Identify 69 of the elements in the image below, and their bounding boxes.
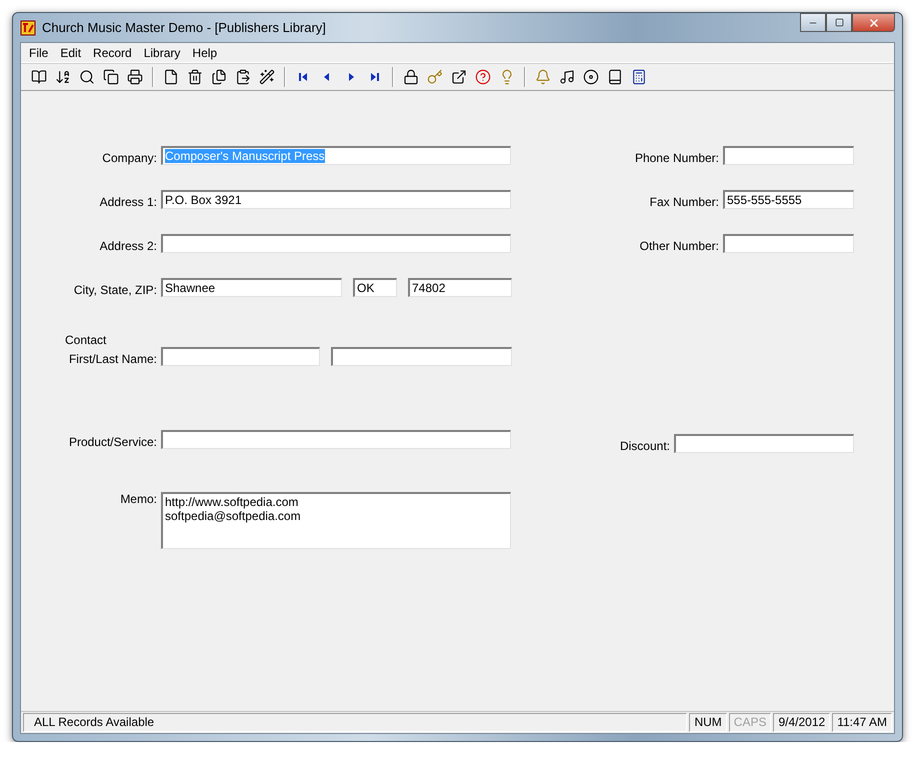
field-label: First/Last Name: [68,351,157,366]
close-button[interactable] [852,13,895,32]
field-label: Phone Number: [634,150,719,165]
first-name-field[interactable] [161,347,320,366]
help-icon [475,69,491,85]
status-indicator: 11:47 AM [832,713,892,732]
wand-button[interactable] [257,67,277,87]
wand-icon [259,69,275,85]
status-message: ALL Records Available [23,713,688,732]
field-label: Other Number: [638,238,719,253]
export-icon [451,69,467,85]
key-icon [427,69,443,85]
paste-icon [235,69,251,85]
menu-item[interactable]: File [23,46,54,60]
memo-field[interactable]: http://www.softpedia.com softpedia@softpedia.com [161,492,511,549]
fax-field[interactable]: 555-555-5555 [723,190,854,209]
close-icon [868,16,880,28]
status-indicator: 9/4/2012 [773,713,830,732]
bell-icon [535,69,551,85]
menu-item[interactable]: Edit [54,46,88,60]
print-icon [127,69,143,85]
help-button[interactable] [473,67,493,87]
music-note-icon [559,69,575,85]
last-icon [369,71,381,83]
disc-icon [583,69,599,85]
field-label: Address 1: [98,194,157,209]
field-label: Discount: [618,438,670,453]
menu-item[interactable]: Library [138,46,186,60]
app-icon [20,20,36,36]
search-icon [79,69,95,85]
city-field[interactable]: Shawnee [161,278,342,297]
menu-item[interactable]: Help [186,46,224,60]
address-field[interactable]: P.O. Box 3921 [161,190,511,209]
minimize-button[interactable] [800,13,826,32]
phone-field[interactable] [723,234,854,253]
disc-button[interactable] [581,67,601,87]
field-label: City, State, ZIP: [72,282,157,297]
lock-icon [403,69,419,85]
copy-icon [103,69,119,85]
window-title: Church Music Master Demo - [Publishers Library] [42,20,327,35]
delete-icon [187,69,203,85]
last-name-field[interactable] [331,347,512,366]
company-value: Composer's Manuscript Press [165,149,325,163]
address-field[interactable] [161,234,511,253]
discount-field[interactable] [674,434,854,453]
field-label: Company: [101,150,157,165]
first-icon [297,71,309,83]
field-label: Address 2: [98,238,157,253]
field-label: Memo: [119,492,157,506]
field-label: Product/Service: [68,434,157,449]
field-label: Fax Number: [648,194,719,209]
print-button[interactable] [125,67,145,87]
calculator-icon [631,69,647,85]
section-heading: Contact [64,333,108,347]
status-indicator: NUM [689,713,727,732]
copy-button[interactable] [101,67,121,87]
phone-field[interactable] [723,146,854,165]
product-field[interactable] [161,430,511,449]
maximize-icon [834,18,844,27]
book-icon [607,69,623,85]
maximize-button[interactable] [826,13,852,32]
duplicate-icon [211,69,227,85]
menu-item[interactable]: Record [87,46,138,60]
status-indicator: CAPS [728,713,772,732]
state-field[interactable]: OK [353,278,397,297]
sort-icon [55,69,71,85]
new-icon [163,69,179,85]
zip-field[interactable]: 74802 [408,278,512,297]
book-icon [31,69,47,85]
